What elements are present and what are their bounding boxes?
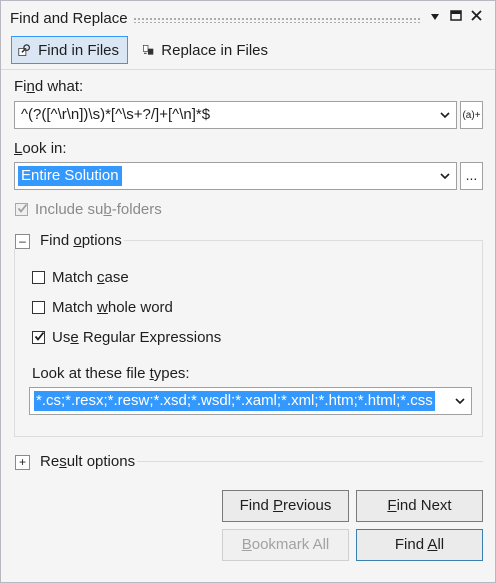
find-all-button[interactable]: Find All: [356, 529, 483, 561]
browse-button[interactable]: ...: [460, 162, 483, 190]
match-case-checkbox[interactable]: [32, 271, 45, 284]
checkmark-icon: [34, 331, 45, 341]
drag-grip[interactable]: [133, 17, 421, 23]
regex-builder-button[interactable]: (a)+: [460, 101, 483, 129]
match-case-label: Match case: [52, 269, 129, 286]
find-options-label: Find options: [40, 232, 122, 249]
find-previous-button[interactable]: Find Previous: [222, 490, 349, 522]
include-subfolders-label: Include sub-folders: [35, 201, 162, 218]
look-in-value: Entire Solution: [18, 166, 122, 186]
match-whole-word-checkbox[interactable]: [32, 301, 45, 314]
file-types-dropdown[interactable]: *.cs;*.resx;*.resw;*.xsd;*.wsdl;*.xaml;*…: [29, 387, 472, 415]
tab-replace-in-files-label: Replace in Files: [161, 41, 268, 59]
tab-find-in-files[interactable]: Find in Files: [11, 36, 128, 64]
bookmark-all-button[interactable]: Bookmark All: [222, 529, 349, 561]
collapse-find-options-button[interactable]: –: [15, 234, 30, 249]
find-in-files-icon: [18, 44, 31, 56]
replace-in-files-icon: [142, 45, 154, 55]
include-subfolders-checkbox[interactable]: [15, 203, 28, 216]
find-what-label: Find what:: [14, 78, 84, 95]
tab-separator: [1, 69, 495, 70]
look-in-label: Look in:: [14, 140, 67, 157]
expand-result-options-button[interactable]: +: [15, 455, 30, 470]
maximize-icon[interactable]: [447, 8, 465, 26]
window-title: Find and Replace: [10, 10, 128, 27]
tab-find-in-files-label: Find in Files: [38, 41, 119, 59]
chevron-down-icon[interactable]: [440, 110, 450, 120]
match-whole-word-label: Match whole word: [52, 299, 173, 316]
file-types-value: *.cs;*.resx;*.resw;*.xsd;*.wsdl;*.xaml;*…: [34, 391, 435, 411]
find-what-value: ^(?([^\r\n])\s)*[^\s+?/]+[^\n]*$: [21, 106, 211, 123]
result-options-label: Result options: [40, 453, 136, 470]
checkmark-icon: [17, 203, 28, 213]
file-types-label: Look at these file types:: [32, 365, 190, 382]
use-regex-label: Use Regular Expressions: [52, 329, 222, 346]
result-options-divider: [137, 461, 483, 462]
tab-replace-in-files[interactable]: Replace in Files: [136, 36, 276, 64]
find-next-button[interactable]: Find Next: [356, 490, 483, 522]
look-in-dropdown[interactable]: Entire Solution: [14, 162, 457, 190]
use-regex-checkbox[interactable]: [32, 331, 45, 344]
chevron-down-icon[interactable]: [455, 396, 465, 406]
close-icon[interactable]: [467, 8, 485, 26]
find-what-input[interactable]: ^(?([^\r\n])\s)*[^\s+?/]+[^\n]*$: [14, 101, 457, 129]
dropdown-arrow-icon[interactable]: [426, 8, 444, 26]
chevron-down-icon[interactable]: [440, 171, 450, 181]
